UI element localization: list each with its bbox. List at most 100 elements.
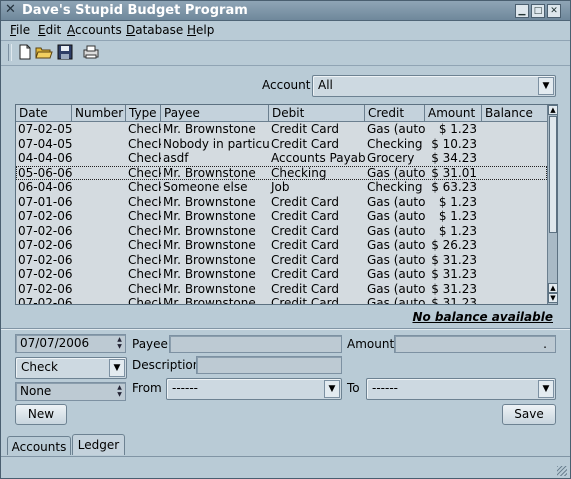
cell-amount: $ 31.23 [431, 296, 477, 304]
print-icon[interactable] [82, 43, 100, 61]
column-header-amount[interactable]: Amount [425, 105, 482, 121]
ledger-header: Date Number Type Payee Debit Credit Amou… [16, 105, 547, 122]
cell-credit: Gas (auto) [367, 165, 425, 180]
cell-amount: $ 26.23 [431, 238, 477, 252]
menu-help[interactable]: Help [187, 23, 214, 38]
column-header-debit[interactable]: Debit [269, 105, 365, 121]
table-row[interactable]: 07-02-06 CheckMr. Brownstone Credit Card Ga… [16, 209, 547, 224]
new-document-icon[interactable] [16, 43, 34, 61]
from-select[interactable]: ------ ▼ [166, 378, 342, 400]
table-row[interactable]: 04-04-06 Checkasdf Accounts PayableGrocery… [16, 151, 547, 166]
cell-number [72, 151, 126, 166]
cell-payee: Mr. Brownstone [163, 122, 256, 136]
table-row[interactable]: 07-02-06 CheckMr. Brownstone Credit Card Ga… [16, 267, 547, 282]
cell-number [72, 296, 126, 304]
cell-amount: $ 34.23 [431, 151, 477, 165]
cell-credit: Gas (auto) [367, 223, 425, 238]
cell-number [72, 224, 126, 239]
cell-type: Check [128, 238, 161, 252]
number-stepper-icon[interactable]: ▲ ▼ [115, 384, 124, 398]
ledger-table[interactable]: Date Number Type Payee Debit Credit Amou… [15, 104, 558, 305]
app-x-icon[interactable]: ✕ [5, 3, 19, 17]
chevron-down-icon[interactable]: ▼ [538, 77, 554, 95]
column-header-date[interactable]: Date [16, 105, 72, 121]
cell-amount: $ 31.23 [431, 281, 477, 296]
new-button[interactable]: New [15, 404, 67, 425]
table-row[interactable]: 07-02-06 CheckMr. Brownstone Credit Card Ga… [16, 238, 547, 253]
cell-amount: $ 63.23 [431, 180, 477, 194]
column-header-number[interactable]: Number [72, 105, 126, 121]
amount-value: . [543, 337, 547, 351]
account-select[interactable]: All ▼ [312, 75, 556, 97]
cell-balance [482, 253, 547, 268]
scroll-thumb[interactable] [549, 116, 557, 233]
cell-type: Check [128, 136, 161, 151]
table-row[interactable]: 07-01-06 CheckMr. Brownstone Credit Card Ga… [16, 195, 547, 210]
cell-credit: Gas (auto) [367, 238, 425, 252]
cell-debit: Accounts Payable [271, 151, 365, 165]
menu-database[interactable]: Database [126, 23, 183, 38]
amount-field[interactable]: . [394, 335, 556, 353]
menu-accounts[interactable]: Accounts [67, 23, 122, 38]
cell-payee: Mr. Brownstone [163, 209, 256, 223]
description-field[interactable] [196, 356, 342, 374]
cell-payee: Mr. Brownstone [163, 267, 256, 281]
cell-credit: Gas (auto) [367, 194, 425, 209]
table-row[interactable]: 07-02-06 CheckMr. Brownstone Credit Card Ga… [16, 224, 547, 239]
cell-amount: $ 10.23 [431, 136, 477, 151]
cell-balance [482, 282, 547, 297]
tab-accounts[interactable]: Accounts [7, 436, 71, 455]
scroll-up-icon[interactable]: ▲ [548, 105, 557, 115]
cell-amount: $ 31.23 [431, 267, 477, 281]
menu-bar: File Edit Accounts Database Help [1, 21, 570, 41]
column-header-payee[interactable]: Payee [161, 105, 269, 121]
chevron-down-icon[interactable]: ▼ [538, 380, 554, 398]
cell-amount: $ 1.23 [438, 209, 477, 223]
chevron-down-icon[interactable]: ▼ [324, 380, 340, 398]
resize-grip-icon[interactable] [557, 466, 567, 476]
minimize-icon[interactable]: ▁ [515, 4, 529, 18]
scroll-up-icon[interactable]: ▲ [548, 283, 557, 293]
cell-payee: asdf [163, 151, 189, 165]
cell-number [72, 166, 126, 181]
date-field[interactable]: 07/07/2006 ▲ ▼ [15, 334, 126, 353]
table-row[interactable]: 06-04-06 CheckSomeone else Job Checking $ 63… [16, 180, 547, 195]
cell-date: 07-04-05 [18, 136, 72, 151]
menu-edit[interactable]: Edit [38, 23, 61, 38]
chevron-down-icon[interactable]: ▼ [109, 359, 125, 377]
table-row[interactable]: 07-02-06 CheckMr. Brownstone Credit Card Ga… [16, 296, 547, 304]
tab-ledger[interactable]: Ledger [72, 434, 125, 455]
column-header-type[interactable]: Type [126, 105, 161, 121]
date-stepper-icon[interactable]: ▲ ▼ [115, 336, 124, 350]
column-header-balance[interactable]: Balance [482, 105, 547, 121]
maximize-icon[interactable]: □ [531, 4, 545, 18]
menu-file[interactable]: File [10, 23, 30, 38]
type-select[interactable]: Check ▼ [15, 357, 127, 379]
cell-amount: $ 31.23 [431, 252, 477, 267]
table-row[interactable]: 07-02-06 CheckMr. Brownstone Credit Card Ga… [16, 282, 547, 297]
toolbar-separator [8, 44, 12, 61]
cell-balance [482, 180, 547, 195]
table-row[interactable]: 07-02-06 CheckMr. Brownstone Credit Card Ga… [16, 253, 547, 268]
table-row[interactable]: 07-04-05 CheckNobody in particularCredit … [16, 137, 547, 152]
cell-date: 07-02-06 [18, 238, 72, 252]
to-select[interactable]: ------ ▼ [366, 378, 556, 400]
save-button[interactable]: Save [502, 404, 556, 425]
open-folder-icon[interactable] [35, 43, 53, 61]
description-label: Description [132, 358, 201, 372]
ledger-scrollbar[interactable]: ▲ ▲ ▼ [547, 105, 557, 304]
table-row[interactable]: 05-06-06 CheckMr. Brownstone Checking Gas (… [16, 165, 547, 181]
cell-date: 07-02-06 [18, 223, 72, 238]
cell-balance [482, 267, 547, 282]
number-field[interactable]: None ▲ ▼ [15, 382, 126, 401]
column-header-credit[interactable]: Credit [365, 105, 425, 121]
cell-balance [482, 122, 547, 137]
close-icon[interactable]: ✕ [547, 4, 561, 18]
payee-field[interactable] [169, 335, 342, 353]
table-row[interactable]: 07-02-05 CheckMr. Brownstone Credit Card Ga… [16, 122, 547, 137]
save-disk-icon[interactable] [56, 43, 74, 61]
scroll-down-icon[interactable]: ▼ [548, 293, 557, 303]
balance-status: No balance available [412, 310, 553, 324]
cell-date: 07-02-05 [18, 122, 72, 136]
title-bar[interactable]: ✕ Dave's Stupid Budget Program ▁ □ ✕ [1, 1, 570, 21]
